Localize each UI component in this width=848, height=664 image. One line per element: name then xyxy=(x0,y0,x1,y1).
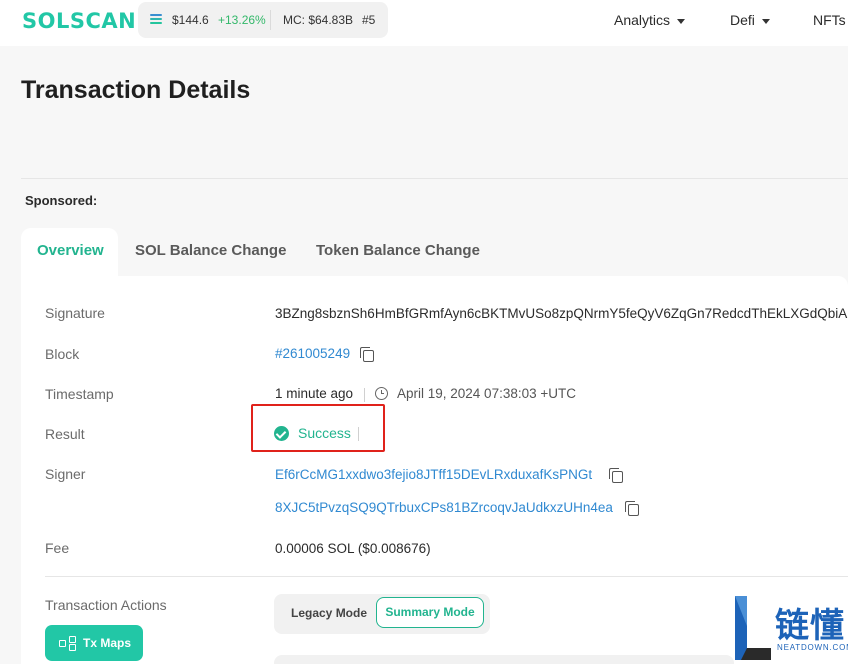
action-summary-strip xyxy=(274,655,734,664)
divider xyxy=(364,388,365,402)
market-cap: MC: $64.83B xyxy=(283,13,354,27)
nav-analytics-label: Analytics xyxy=(614,12,671,28)
nav-analytics[interactable]: Analytics xyxy=(614,12,686,28)
sol-price-widget[interactable]: $144.6 +13.26% MC: $64.83B #5 xyxy=(138,2,388,38)
block-label: Block xyxy=(45,346,80,362)
sol-price: $144.6 xyxy=(172,13,209,27)
solscan-logo[interactable]: SOLSCAN xyxy=(22,9,136,33)
divider xyxy=(270,10,271,30)
timestamp-label: Timestamp xyxy=(45,386,114,402)
flow-map-icon xyxy=(59,636,76,651)
sol-price-change: +13.26% xyxy=(218,13,266,27)
signer-label: Signer xyxy=(45,466,86,482)
transaction-actions-label: Transaction Actions xyxy=(45,597,167,613)
divider xyxy=(45,576,848,577)
signer-link[interactable]: 8XJC5tPvzqSQ9QTrbuxCPs81BZrcoqvJaUdkxzUH… xyxy=(275,500,613,515)
tab-overview[interactable]: Overview xyxy=(37,242,104,259)
fee-label: Fee xyxy=(45,540,70,556)
rank-badge: #5 xyxy=(362,13,376,27)
top-header: SOLSCAN $144.6 +13.26% MC: $64.83B #5 An… xyxy=(0,0,848,46)
summary-mode-button[interactable]: Summary Mode xyxy=(376,597,484,628)
watermark-text: 链懂 xyxy=(775,607,845,645)
page-title: Transaction Details xyxy=(21,76,251,104)
divider xyxy=(21,178,848,179)
nav-defi-label: Defi xyxy=(730,12,755,28)
chevron-down-icon xyxy=(761,18,770,24)
signer-link[interactable]: Ef6rCcMG1xxdwo3fejio8JTff15DEvLRxduxafKs… xyxy=(275,467,592,482)
tab-sol-balance-change[interactable]: SOL Balance Change xyxy=(135,242,286,259)
legacy-mode-button[interactable]: Legacy Mode xyxy=(291,606,367,620)
highlight-annotation xyxy=(251,404,385,452)
nav-nfts[interactable]: NFTs xyxy=(813,12,846,28)
watermark-logo xyxy=(735,596,771,660)
watermark: 链懂 NEATDOWN.COM xyxy=(735,594,848,664)
solana-icon xyxy=(150,14,162,26)
chevron-down-icon xyxy=(677,18,686,24)
result-label: Result xyxy=(45,426,85,442)
timestamp-absolute: April 19, 2024 07:38:03 +UTC xyxy=(397,386,576,401)
tx-maps-label: Tx Maps xyxy=(83,636,132,650)
signature-value: 3BZng8sbznSh6HmBfGRmfAyn6cBKTMvUSo8zpQNr… xyxy=(275,306,848,321)
fee-value: 0.00006 SOL ($0.008676) xyxy=(275,541,431,556)
copy-icon[interactable] xyxy=(360,347,374,362)
nav-nfts-label: NFTs xyxy=(813,12,846,28)
sponsored-label: Sponsored: xyxy=(25,193,98,208)
watermark-subtext: NEATDOWN.COM xyxy=(777,643,848,652)
copy-icon[interactable] xyxy=(609,468,623,483)
tx-maps-button[interactable]: Tx Maps xyxy=(45,625,143,661)
timestamp-relative: 1 minute ago xyxy=(275,386,354,401)
clock-icon xyxy=(375,387,388,400)
tab-token-balance-change[interactable]: Token Balance Change xyxy=(316,242,480,259)
signature-label: Signature xyxy=(45,305,105,321)
block-link[interactable]: #261005249 xyxy=(275,346,350,361)
copy-icon[interactable] xyxy=(625,501,639,516)
mode-toggle: Legacy Mode Summary Mode xyxy=(274,594,490,634)
nav-defi[interactable]: Defi xyxy=(730,12,770,28)
